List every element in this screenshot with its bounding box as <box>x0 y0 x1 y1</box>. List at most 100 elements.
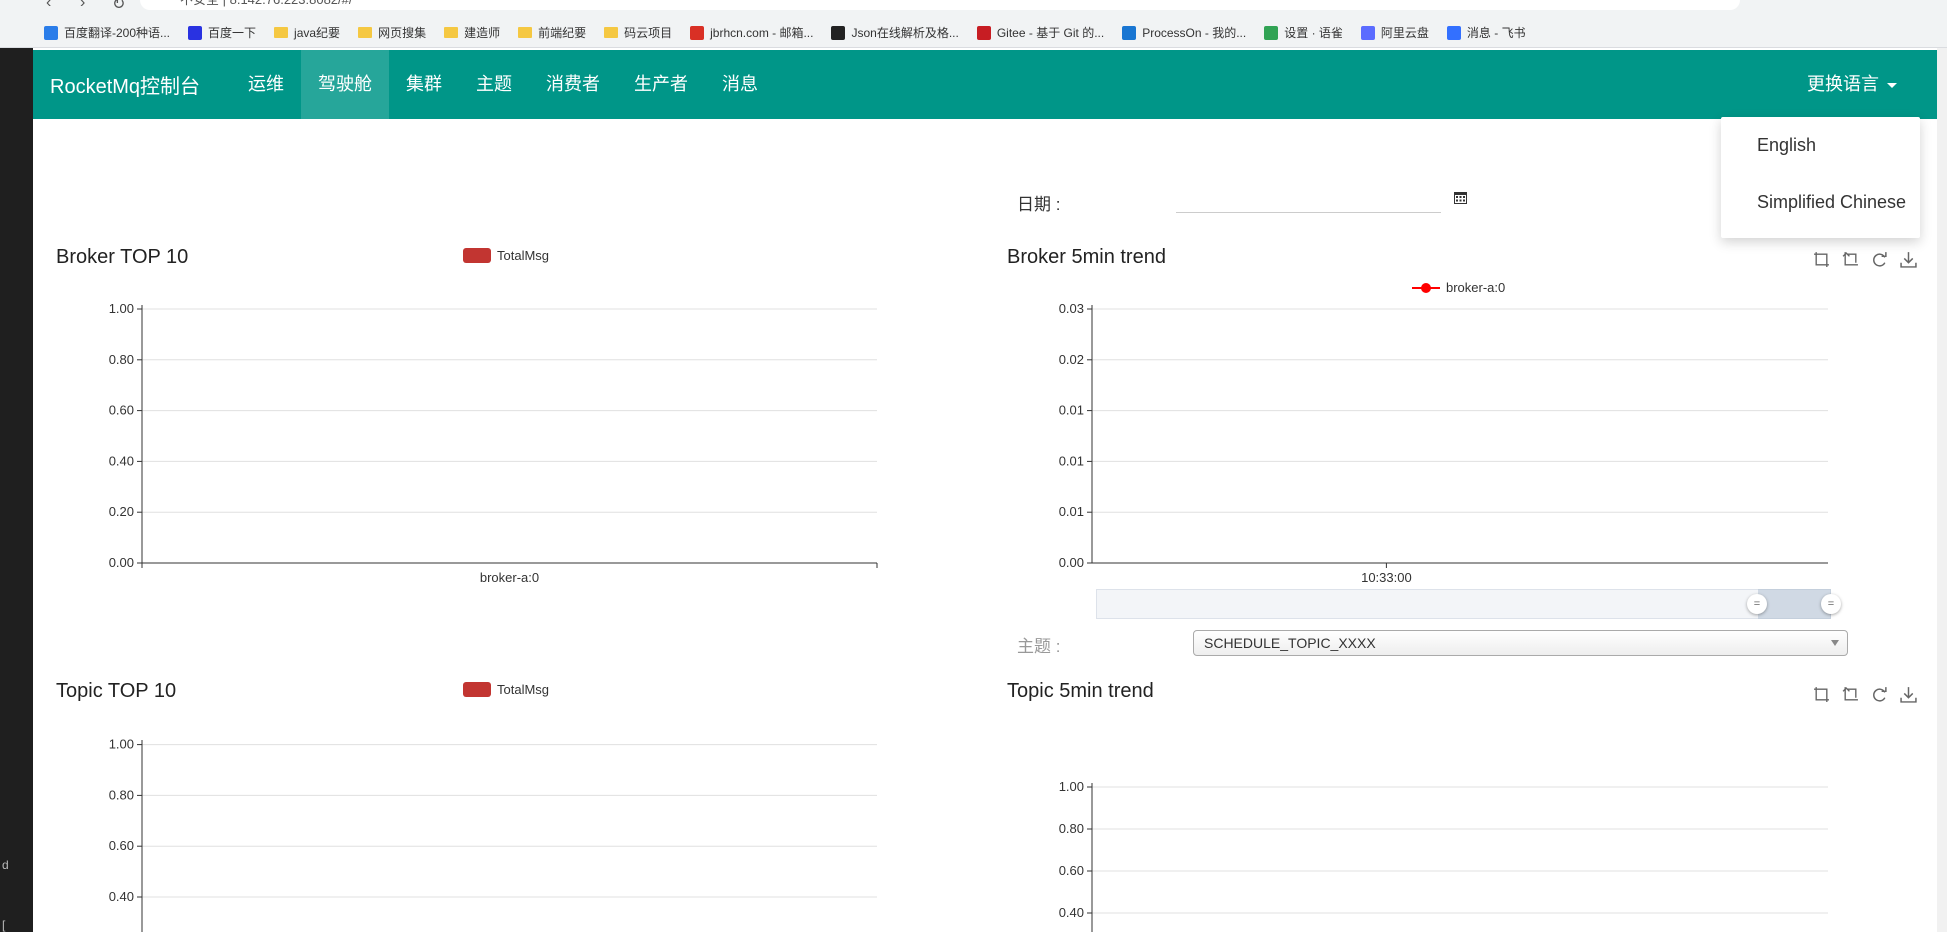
y-tick-label: 0.60 <box>109 403 134 418</box>
folder-icon <box>518 27 533 38</box>
bookmark-item[interactable]: 百度翻译-200种语... <box>44 24 170 41</box>
range-end-handle[interactable]: = <box>1821 594 1841 614</box>
nav-item[interactable]: 消息 <box>705 50 775 119</box>
zoom-reset-icon[interactable] <box>1842 251 1859 268</box>
y-tick-label: 0.01 <box>1059 403 1084 418</box>
bookmark-item[interactable]: Json在线解析及格... <box>831 24 959 41</box>
x-tick-label: broker-a:0 <box>480 570 539 585</box>
mail-icon <box>690 25 705 40</box>
legend-swatch <box>463 682 491 697</box>
topic-top10-chart: 0.40 0.60 0.80 1.00 <box>109 737 877 932</box>
y-tick-label: 1.00 <box>109 301 134 316</box>
language-toggle-label: 更换语言 <box>1807 74 1879 94</box>
address-bar[interactable]: 不安全 | 8.142.76.223:8082/#/ <box>140 0 1740 10</box>
y-tick-label: 0.01 <box>1059 453 1084 468</box>
date-label: 日期 : <box>1017 195 1061 214</box>
bookmark-label: java纪要 <box>294 26 341 40</box>
bookmark-item[interactable]: 设置 · 语雀 <box>1264 24 1343 41</box>
y-tick-label: 0.40 <box>109 453 134 468</box>
bookmark-item[interactable]: 阿里云盘 <box>1360 24 1429 41</box>
bookmark-item[interactable]: 码云项目 <box>604 24 672 41</box>
broker-trend-chart: 0.00 0.01 0.01 0.01 0.02 0.03 10:33:00 <box>1059 301 1828 585</box>
reload-icon[interactable]: ↻ <box>112 0 125 14</box>
x-tick-label: 10:33:00 <box>1361 570 1412 585</box>
topic-label: 主题 : <box>1017 637 1061 656</box>
bookmark-label: 建造师 <box>464 26 501 40</box>
folder-icon <box>604 27 619 38</box>
bookmark-item[interactable]: 百度一下 <box>188 24 256 41</box>
bookmark-label: 网页搜集 <box>378 26 427 40</box>
language-option-english[interactable]: English <box>1721 131 1920 188</box>
topic-top10-title: Topic TOP 10 <box>56 680 177 702</box>
language-option-chinese[interactable]: Simplified Chinese <box>1721 188 1920 245</box>
bookmark-item[interactable]: java纪要 <box>274 24 340 41</box>
nav-item[interactable]: 生产者 <box>617 50 705 119</box>
y-tick-label: 0.00 <box>109 555 134 570</box>
bookmark-label: 设置 · 语雀 <box>1284 26 1343 40</box>
calendar-icon[interactable] <box>1453 190 1468 205</box>
nav-item[interactable]: 集群 <box>389 50 459 119</box>
legend-label: TotalMsg <box>497 248 550 263</box>
y-tick-label: 0.00 <box>1059 555 1084 570</box>
caret-down-icon <box>1887 82 1897 88</box>
bookmark-label: Gitee - 基于 Git 的... <box>996 26 1105 40</box>
topic-trend-title: Topic 5min trend <box>1007 680 1154 702</box>
y-tick-label: 0.80 <box>109 352 134 367</box>
bookmark-label: Json在线解析及格... <box>851 26 959 40</box>
broker-trend-legend[interactable]: broker-a:0 <box>1412 280 1505 295</box>
back-icon[interactable]: ‹ <box>46 0 51 12</box>
broker-top10-title: Broker TOP 10 <box>56 246 189 268</box>
bookmark-label: 百度一下 <box>208 26 257 40</box>
bookmark-item[interactable]: jbrhcn.com - 邮箱... <box>690 24 813 41</box>
broker-trend-toolbox <box>1813 251 1917 268</box>
topic-select-value: SCHEDULE_TOPIC_XXXX <box>1204 635 1376 651</box>
bookmark-item[interactable]: 网页搜集 <box>358 24 426 41</box>
restore-icon[interactable] <box>1871 251 1888 268</box>
legend-swatch <box>463 248 491 263</box>
zoom-reset-icon[interactable] <box>1842 686 1859 703</box>
topic-top10-legend[interactable]: TotalMsg <box>463 682 549 697</box>
bookmark-item[interactable]: 消息 - 飞书 <box>1446 24 1526 41</box>
range-start-handle[interactable]: = <box>1747 594 1767 614</box>
forward-icon[interactable]: › <box>80 0 85 12</box>
bookmark-item[interactable]: Gitee - 基于 Git 的... <box>976 24 1105 41</box>
save-image-icon[interactable] <box>1900 251 1917 268</box>
line-legend-icon <box>1412 282 1440 293</box>
feishu-icon <box>1446 25 1461 40</box>
folder-icon <box>274 27 289 38</box>
restore-icon[interactable] <box>1871 686 1888 703</box>
bookmark-label: jbrhcn.com - 邮箱... <box>710 26 814 40</box>
bookmark-label: ProcessOn - 我的... <box>1142 26 1247 40</box>
folder-icon <box>444 27 459 38</box>
gitee-icon <box>976 25 991 40</box>
scrollbar[interactable] <box>1937 48 1947 932</box>
y-tick-label: 0.80 <box>1059 821 1084 836</box>
nav-item[interactable]: 消费者 <box>529 50 617 119</box>
date-input[interactable] <box>1176 182 1441 213</box>
bookmark-item[interactable]: 前端纪要 <box>518 24 586 41</box>
left-edge-panel: d [ <box>0 48 33 932</box>
bookmarks-bar: 百度翻译-200种语... 百度一下 java纪要 网页搜集 建造师 前端纪要 码云项目 jb… <box>0 18 1947 48</box>
language-toggle[interactable]: 更换语言 <box>1807 50 1897 119</box>
topic-select[interactable]: SCHEDULE_TOPIC_XXXX <box>1193 630 1848 656</box>
bookmark-item[interactable]: ProcessOn - 我的... <box>1122 24 1246 41</box>
time-range-slider[interactable] <box>1096 589 1831 619</box>
aliyun-drive-icon <box>1360 25 1375 40</box>
zoom-icon[interactable] <box>1813 251 1830 268</box>
broker-trend-title: Broker 5min trend <box>1007 246 1166 268</box>
nav-item[interactable]: 主题 <box>459 50 529 119</box>
y-tick-label: 1.00 <box>109 737 134 752</box>
nav-item[interactable]: 运维 <box>231 50 301 119</box>
bookmark-label: 码云项目 <box>624 26 673 40</box>
save-image-icon[interactable] <box>1900 686 1917 703</box>
y-tick-label: 0.02 <box>1059 352 1084 367</box>
zoom-icon[interactable] <box>1813 686 1830 703</box>
y-tick-label: 0.60 <box>109 838 134 853</box>
nav-item[interactable]: 驾驶舱 <box>301 50 389 119</box>
y-tick-label: 0.40 <box>109 889 134 904</box>
broker-top10-legend[interactable]: TotalMsg <box>463 248 549 263</box>
brand-title[interactable]: RocketMq控制台 <box>33 70 231 99</box>
legend-label: TotalMsg <box>497 682 550 697</box>
folder-icon <box>358 27 373 38</box>
bookmark-item[interactable]: 建造师 <box>444 24 500 41</box>
